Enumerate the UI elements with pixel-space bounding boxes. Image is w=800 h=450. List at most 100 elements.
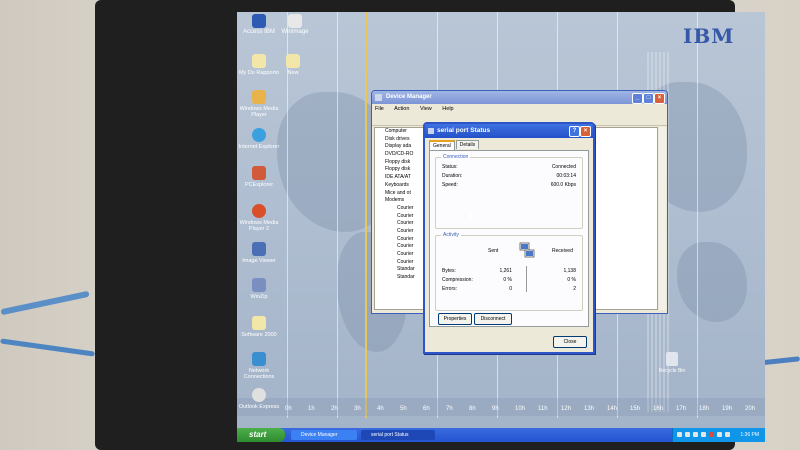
desktop-icon[interactable]: Windows Media Player 2 xyxy=(237,204,281,232)
device-manager-titlebar[interactable]: Device Manager _ □ × xyxy=(372,91,667,104)
timezone-label: 14h xyxy=(607,406,618,412)
recycle-bin-icon[interactable]: Recycle Bin xyxy=(657,352,687,374)
connection-icon xyxy=(428,128,434,134)
speed-value: 600.0 Kbps xyxy=(550,182,576,188)
monitor-bezel: 0h 1h 2h 3h 4h 5h 6h 7h 8h 9h 10h 11h 12h 13h 14h 15h 16… xyxy=(95,0,765,450)
minimize-button[interactable]: _ xyxy=(632,93,643,104)
dialog-close-button[interactable]: × xyxy=(580,126,591,137)
desktop-icon[interactable]: Image Viewer xyxy=(237,242,281,264)
tab-strip: General Details xyxy=(429,140,480,151)
help-button[interactable]: ? xyxy=(569,126,580,137)
desktop-icon[interactable]: Network Connections xyxy=(237,352,281,380)
timezone-label: 19h xyxy=(722,406,733,412)
duration-value: 00:03:14 xyxy=(556,173,576,179)
mouse-cursor xyxy=(469,214,473,222)
desktop-icon[interactable]: Outlook Express xyxy=(237,388,281,410)
timezone-label: 5h xyxy=(400,406,407,412)
timezone-label: 15h xyxy=(630,406,641,412)
bytes-label: Bytes: xyxy=(442,268,456,274)
timezone-label: 4h xyxy=(377,406,384,412)
activity-group: Activity Sent Received Bytes: 1,261 1,13… xyxy=(435,232,583,311)
close-button[interactable]: × xyxy=(654,93,665,104)
timezone-label: 9h xyxy=(492,406,499,412)
tray-icon[interactable] xyxy=(717,432,722,437)
dialog-titlebar[interactable]: serial port Status ? × xyxy=(425,124,593,138)
timezone-label: 10h xyxy=(515,406,526,412)
timezone-label: 16h xyxy=(653,406,664,412)
meridian xyxy=(365,12,367,418)
timezone-label: 11h xyxy=(538,406,548,412)
properties-button[interactable]: Properties xyxy=(438,313,472,325)
duration-label: Duration: xyxy=(442,173,463,179)
desktop-icon[interactable]: Windows Media Player xyxy=(237,90,281,118)
ibm-logo: IBM xyxy=(683,24,735,48)
general-panel: Connection Status: Connected Duration: 0… xyxy=(429,150,589,327)
disconnect-button[interactable]: Disconnect xyxy=(474,313,512,325)
device-manager-icon xyxy=(375,94,382,101)
status-value: Connected xyxy=(551,164,576,170)
bytes-received-value: 1,138 xyxy=(563,268,576,274)
timezone-label: 1h xyxy=(308,406,315,412)
timezone-label: 3h xyxy=(354,406,361,412)
desktop-icon[interactable]: Software 2000 xyxy=(237,316,281,338)
timezone-label: 2h xyxy=(331,406,338,412)
menu-action[interactable]: Action xyxy=(394,106,409,112)
tray-icon[interactable] xyxy=(693,432,698,437)
desktop-screen: 0h 1h 2h 3h 4h 5h 6h 7h 8h 9h 10h 11h 12h 13h 14h 15h 16… xyxy=(237,12,765,442)
desktop-icon[interactable]: Internet Explorer xyxy=(237,128,281,150)
meridian xyxy=(337,12,338,418)
close-dialog-button[interactable]: Close xyxy=(553,336,587,348)
window-title: Device Manager xyxy=(386,94,432,100)
timezone-label: 17h xyxy=(676,406,687,412)
compression-label: Compression: xyxy=(442,277,473,283)
access-ibm-icon[interactable]: Access IBM xyxy=(239,14,279,35)
tray-icon[interactable] xyxy=(709,432,714,437)
timezone-label: 6h xyxy=(423,406,430,412)
compression-sent-value: 0 % xyxy=(503,277,512,283)
taskbar-serial-port-status[interactable]: serial port Status xyxy=(361,430,435,440)
received-label: Received xyxy=(552,248,573,254)
speed-label: Speed: xyxy=(442,182,458,188)
timezone-label: 8h xyxy=(469,406,476,412)
folder-icon[interactable]: New xyxy=(271,54,315,76)
timezone-label: 7h xyxy=(446,406,453,412)
timezone-label: 0h xyxy=(285,406,292,412)
serial-port-status-dialog[interactable]: serial port Status ? × General Details C… xyxy=(423,122,595,354)
tray-icon[interactable] xyxy=(725,432,730,437)
menu-help[interactable]: Help xyxy=(442,106,453,112)
tray-icon[interactable] xyxy=(701,432,706,437)
start-button[interactable]: start xyxy=(237,428,285,442)
clock[interactable]: 1:36 PM xyxy=(740,428,759,442)
timezone-label: 20h xyxy=(745,406,756,412)
computers-activity-icon xyxy=(518,241,536,261)
tray-icon[interactable] xyxy=(677,432,682,437)
connection-group: Connection Status: Connected Duration: 0… xyxy=(435,154,583,229)
compression-received-value: 0 % xyxy=(567,277,576,283)
tab-details[interactable]: Details xyxy=(455,140,480,149)
errors-label: Errors: xyxy=(442,286,457,292)
activity-divider xyxy=(526,266,527,292)
sent-label: Sent xyxy=(488,248,499,254)
timezone-label: 13h xyxy=(584,406,595,412)
desktop-icon[interactable]: WinZip xyxy=(237,278,281,300)
tray-icon[interactable] xyxy=(685,432,690,437)
menu-file[interactable]: File xyxy=(375,106,384,112)
errors-received-value: 2 xyxy=(573,286,576,292)
bytes-sent-value: 1,261 xyxy=(499,268,512,274)
taskbar-device-manager[interactable]: Device Manager xyxy=(291,430,357,440)
activity-legend: Activity xyxy=(441,232,461,238)
status-label: Status: xyxy=(442,164,458,170)
connection-legend: Connection xyxy=(441,154,471,160)
winimage-icon[interactable]: WinImage xyxy=(275,14,315,35)
taskbar: start Device Manager serial port Status … xyxy=(237,428,765,442)
system-tray: 1:36 PM xyxy=(672,428,765,442)
maximize-button[interactable]: □ xyxy=(643,93,654,104)
errors-sent-value: 0 xyxy=(509,286,512,292)
timezone-label: 18h xyxy=(699,406,710,412)
dialog-title: serial port Status xyxy=(437,127,491,134)
desktop-icon[interactable]: PCExplorer xyxy=(237,166,281,188)
menu-view[interactable]: View xyxy=(420,106,432,112)
timezone-label: 12h xyxy=(561,406,572,412)
vertical-scrollbar[interactable] xyxy=(659,127,666,310)
map-land xyxy=(677,242,747,322)
